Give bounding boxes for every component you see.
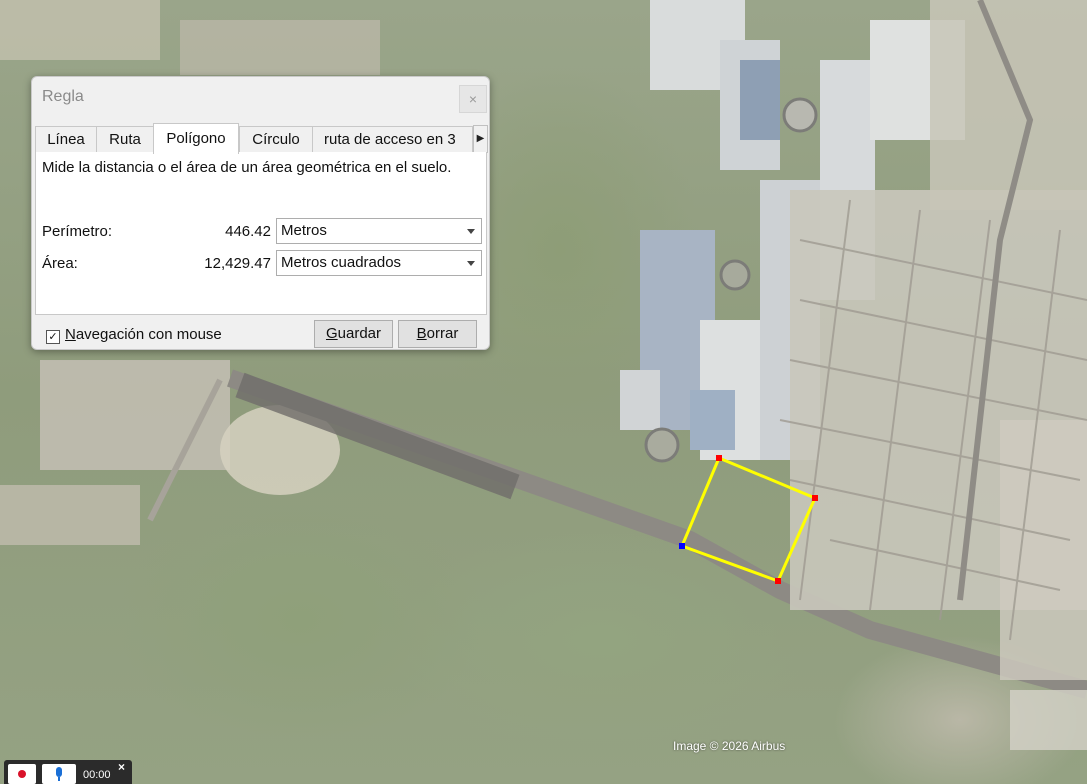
tab-line[interactable]: Línea (35, 126, 97, 153)
dialog-title: Regla (42, 88, 84, 105)
area-unit-select[interactable]: Metros cuadrados (276, 250, 482, 276)
tab-3d-path[interactable]: ruta de acceso en 3 (312, 126, 473, 153)
save-button[interactable]: Guardar (314, 320, 393, 348)
mouse-navigation-label: avegación con mouse (75, 326, 222, 343)
chevron-down-icon (467, 261, 475, 266)
polygon-panel: Mide la distancia o el área de un área g… (35, 152, 487, 315)
area-value: 12,429.47 (204, 255, 271, 272)
tab-circle[interactable]: Círculo (239, 126, 313, 153)
perimeter-label: Perímetro: (42, 223, 113, 240)
tab-polygon[interactable]: Polígono (153, 123, 239, 154)
clear-button-mnemonic: B (416, 325, 427, 342)
polygon-vertex[interactable] (716, 455, 722, 461)
polygon-vertex[interactable] (775, 578, 781, 584)
tab-bar: Línea Ruta Polígono Círculo ruta de acce… (35, 123, 473, 154)
close-icon[interactable]: × (118, 760, 125, 774)
clear-button-label: orrar (426, 325, 459, 342)
microphone-button[interactable] (42, 764, 76, 784)
clear-button[interactable]: Borrar (398, 320, 477, 348)
microphone-icon (56, 767, 62, 777)
save-button-mnemonic: G (325, 325, 338, 342)
close-icon[interactable]: × (459, 85, 487, 113)
area-label: Área: (42, 255, 78, 272)
mouse-navigation-toggle[interactable]: ✓ Navegación con mouse (46, 326, 222, 344)
mouse-navigation-mnemonic: N (65, 326, 76, 343)
perimeter-unit-value: Metros (281, 222, 327, 239)
perimeter-value: 446.42 (225, 223, 271, 240)
area-unit-value: Metros cuadrados (281, 254, 402, 271)
panel-description: Mide la distancia o el área de un área g… (42, 159, 452, 176)
tour-recorder: 00:00 × (4, 760, 132, 784)
polygon-vertex-active[interactable] (679, 543, 685, 549)
mouse-navigation-checkbox[interactable]: ✓ (46, 330, 60, 344)
perimeter-unit-select[interactable]: Metros (276, 218, 482, 244)
microphone-stand (58, 777, 60, 781)
tab-path[interactable]: Ruta (96, 126, 154, 153)
save-button-label: uardar (337, 325, 382, 342)
ruler-dialog: Regla × Línea Ruta Polígono Círculo ruta… (31, 76, 490, 350)
record-icon (18, 770, 26, 778)
record-button[interactable] (8, 764, 36, 784)
image-copyright: Image © 2026 Airbus (673, 739, 786, 753)
polygon-vertex[interactable] (812, 495, 818, 501)
chevron-down-icon (467, 229, 475, 234)
tab-scroll-right-icon[interactable]: ▶ (473, 125, 488, 153)
recording-time: 00:00 (83, 769, 111, 781)
